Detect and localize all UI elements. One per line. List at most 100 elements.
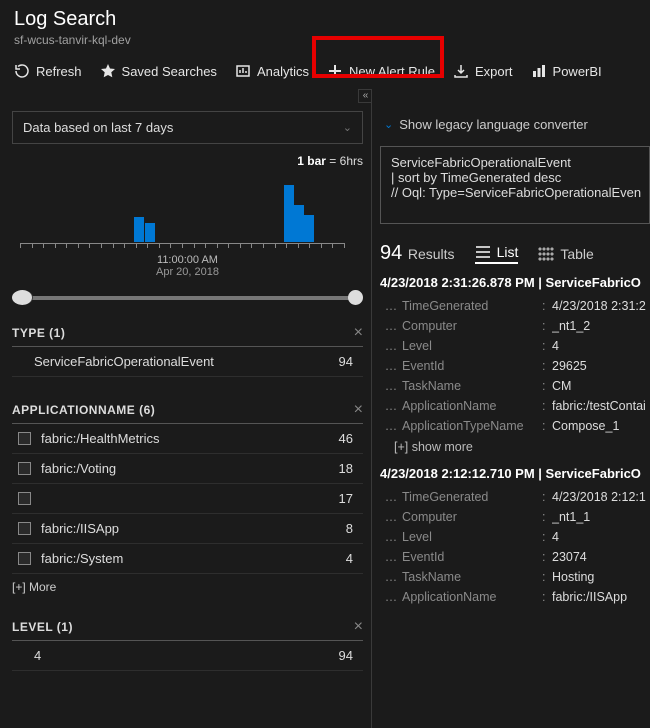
list-view-button[interactable]: List — [475, 244, 519, 264]
chart-bar[interactable] — [134, 217, 144, 242]
facet-label: fabric:/System — [41, 551, 346, 566]
facet-row[interactable]: fabric:/IISApp8 — [12, 514, 363, 544]
export-button[interactable]: Export — [453, 63, 513, 79]
field-key: EventId — [402, 359, 542, 373]
field-menu-icon[interactable]: … — [380, 359, 402, 373]
facet-type-remove[interactable]: × — [354, 327, 363, 339]
powerbi-button[interactable]: PowerBI — [531, 63, 602, 79]
result-count: 94 Results — [380, 242, 455, 265]
facet-row[interactable]: 17 — [12, 484, 363, 514]
record-field: …ApplicationTypeName:Compose_1 — [380, 416, 650, 436]
chart-bar[interactable] — [294, 205, 304, 242]
refresh-button[interactable]: Refresh — [14, 63, 82, 79]
record-header[interactable]: 4/23/2018 2:31:26.878 PM | ServiceFabric… — [380, 275, 650, 290]
field-menu-icon[interactable]: … — [380, 530, 402, 544]
field-menu-icon[interactable]: … — [380, 319, 402, 333]
record-field: …TimeGenerated:4/23/2018 2:12:1 — [380, 487, 650, 507]
field-value: CM — [552, 379, 650, 393]
new-alert-rule-button[interactable]: New Alert Rule — [327, 63, 435, 79]
facet-row[interactable]: fabric:/System4 — [12, 544, 363, 574]
field-menu-icon[interactable]: … — [380, 299, 402, 313]
facet-row[interactable]: 494 — [12, 641, 363, 671]
field-key: TaskName — [402, 570, 542, 584]
facet-row[interactable]: ServiceFabricOperationalEvent94 — [12, 347, 363, 377]
refresh-label: Refresh — [36, 64, 82, 79]
facet-label: 4 — [34, 648, 339, 663]
field-key: Level — [402, 339, 542, 353]
analytics-label: Analytics — [257, 64, 309, 79]
facet-checkbox[interactable] — [18, 462, 31, 475]
facet-checkbox[interactable] — [18, 432, 31, 445]
time-range-slider[interactable] — [16, 296, 359, 300]
facet-count: 94 — [339, 354, 359, 369]
facet-label: ServiceFabricOperationalEvent — [34, 354, 339, 369]
chevron-down-icon: ⌄ — [384, 118, 393, 131]
list-icon — [475, 245, 491, 259]
saved-searches-label: Saved Searches — [122, 64, 217, 79]
field-value: 23074 — [552, 550, 650, 564]
powerbi-icon — [531, 63, 547, 79]
collapse-left-panel-button[interactable]: « — [358, 89, 372, 103]
bar-legend: 1 bar = 6hrs — [12, 154, 363, 168]
field-menu-icon[interactable]: … — [380, 419, 402, 433]
field-key: ApplicationName — [402, 399, 542, 413]
field-value: Hosting — [552, 570, 650, 584]
facet-row[interactable]: fabric:/Voting18 — [12, 454, 363, 484]
facet-count: 17 — [339, 491, 359, 506]
field-value: 4/23/2018 2:31:2 — [552, 299, 650, 313]
record-field: …Computer:_nt1_1 — [380, 507, 650, 527]
chart-axis-time: 11:00:00 AM — [12, 254, 363, 266]
field-value: _nt1_1 — [552, 510, 650, 524]
saved-searches-button[interactable]: Saved Searches — [100, 63, 217, 79]
record-field: …TimeGenerated:4/23/2018 2:31:2 — [380, 296, 650, 316]
slider-knob-end[interactable] — [348, 290, 363, 305]
table-icon — [538, 247, 554, 261]
facet-label: fabric:/HealthMetrics — [41, 431, 339, 446]
field-value: 4/23/2018 2:12:1 — [552, 490, 650, 504]
field-menu-icon[interactable]: … — [380, 570, 402, 584]
facet-appname-more[interactable]: [+] More — [12, 580, 363, 594]
field-menu-icon[interactable]: … — [380, 399, 402, 413]
field-key: TimeGenerated — [402, 299, 542, 313]
record-field: …TaskName:CM — [380, 376, 650, 396]
query-editor[interactable]: ServiceFabricOperationalEvent | sort by … — [380, 146, 650, 224]
field-menu-icon[interactable]: … — [380, 379, 402, 393]
time-range-selector[interactable]: Data based on last 7 days ⌄ — [12, 111, 363, 144]
facet-count: 94 — [339, 648, 359, 663]
facet-checkbox[interactable] — [18, 552, 31, 565]
facet-appname-remove[interactable]: × — [354, 404, 363, 416]
facet-checkbox[interactable] — [18, 522, 31, 535]
facet-type-title: TYPE (1) — [12, 326, 65, 340]
facet-row[interactable]: fabric:/HealthMetrics46 — [12, 424, 363, 454]
field-value: 29625 — [552, 359, 650, 373]
field-menu-icon[interactable]: … — [380, 510, 402, 524]
chart-bar[interactable] — [145, 223, 155, 242]
record-field: …EventId:23074 — [380, 547, 650, 567]
analytics-button[interactable]: Analytics — [235, 63, 309, 79]
chevron-down-icon: ⌄ — [343, 121, 352, 134]
chart-bar[interactable] — [304, 215, 314, 242]
record-header[interactable]: 4/23/2018 2:12:12.710 PM | ServiceFabric… — [380, 466, 650, 481]
field-key: Computer — [402, 319, 542, 333]
field-menu-icon[interactable]: … — [380, 590, 402, 604]
show-more-button[interactable]: [+] show more — [394, 440, 650, 454]
star-icon — [100, 63, 116, 79]
slider-knob-start[interactable] — [12, 290, 33, 305]
field-menu-icon[interactable]: … — [380, 339, 402, 353]
result-record: 4/23/2018 2:31:26.878 PM | ServiceFabric… — [380, 275, 650, 454]
export-icon — [453, 63, 469, 79]
table-view-button[interactable]: Table — [538, 246, 593, 262]
facet-level-remove[interactable]: × — [354, 621, 363, 633]
facet-count: 8 — [346, 521, 359, 536]
histogram-chart[interactable] — [12, 172, 352, 252]
chart-bar[interactable] — [284, 185, 294, 242]
facet-count: 18 — [339, 461, 359, 476]
field-menu-icon[interactable]: … — [380, 490, 402, 504]
facet-checkbox[interactable] — [18, 492, 31, 505]
field-value: _nt1_2 — [552, 319, 650, 333]
facet-count: 4 — [346, 551, 359, 566]
field-menu-icon[interactable]: … — [380, 550, 402, 564]
chart-axis-date: Apr 20, 2018 — [12, 266, 363, 278]
facet-count: 46 — [339, 431, 359, 446]
legacy-converter-link[interactable]: ⌄ Show legacy language converter — [384, 117, 650, 132]
